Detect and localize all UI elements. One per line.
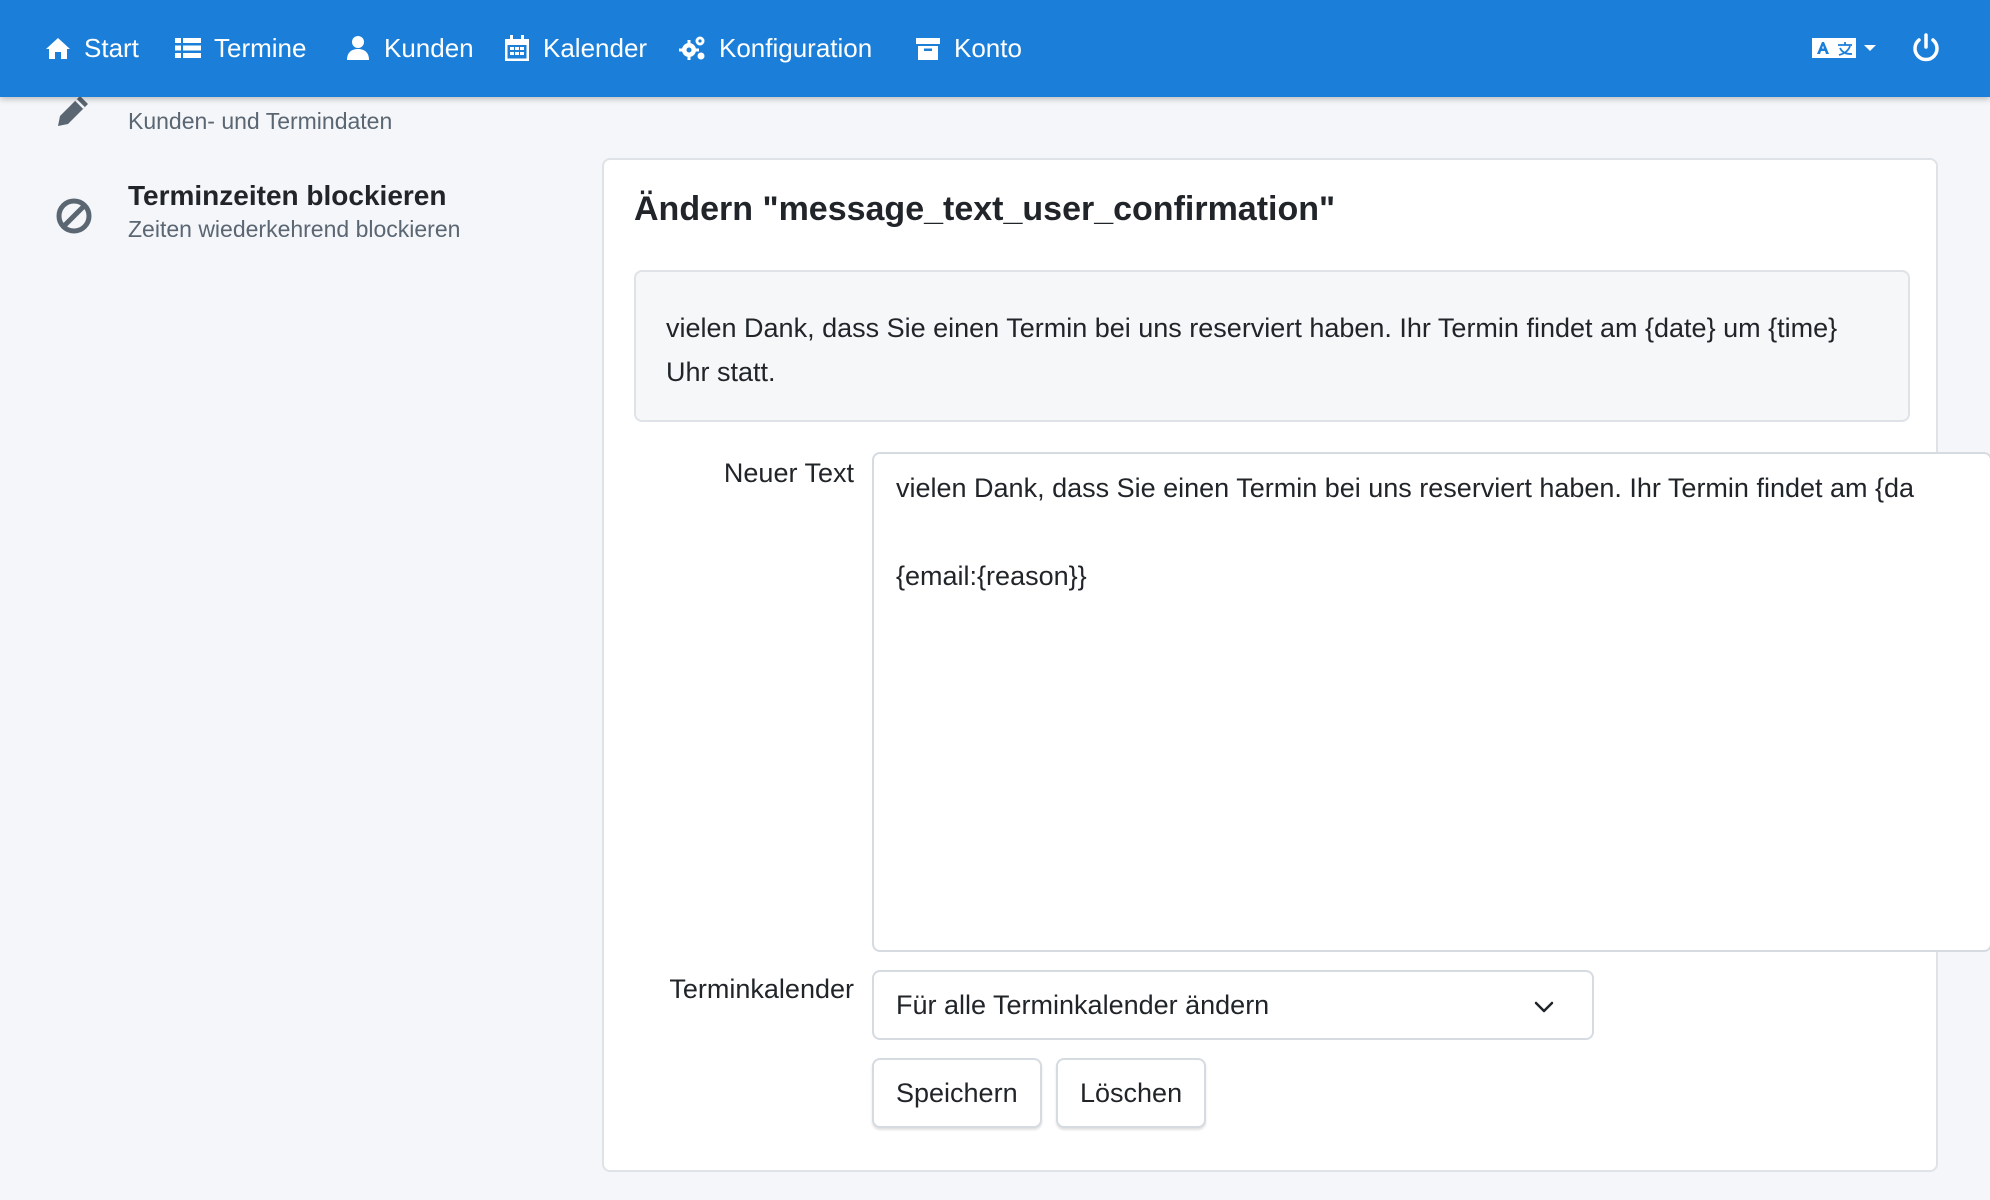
calendar-select-value: Für alle Terminkalender ändern <box>896 989 1270 1020</box>
new-text-textarea[interactable]: vielen Dank, dass Sie einen Termin bei u… <box>872 452 1990 952</box>
nav-item-label: Konto <box>954 32 1022 63</box>
home-icon <box>46 38 70 59</box>
top-navbar: Start Termine Kunden Kalender Konfigurat… <box>0 0 1990 97</box>
logout-button[interactable] <box>1910 32 1942 64</box>
ban-icon <box>52 194 96 238</box>
delete-button[interactable]: Löschen <box>1056 1058 1207 1128</box>
sidebar-item-subtitle: Zeiten wiederkehrend blockieren <box>128 216 461 242</box>
gears-icon <box>679 36 705 60</box>
edit-message-card: Ändern "message_text_user_confirmation" … <box>602 158 1990 1172</box>
nav-item-kunden[interactable]: Kunden <box>344 26 474 70</box>
calendar-label: Terminkalender <box>669 974 854 1004</box>
chevron-down-icon <box>1534 1001 1554 1013</box>
save-button[interactable]: Speichern <box>872 1058 1042 1128</box>
nav-item-label: Kalender <box>543 32 648 63</box>
card-title: Ändern "message_text_user_confirmation" <box>634 190 1336 228</box>
language-dropdown[interactable] <box>1812 36 1876 60</box>
nav-item-start[interactable]: Start <box>44 26 139 70</box>
language-icon <box>1812 38 1856 58</box>
new-text-value: vielen Dank, dass Sie einen Termin bei u… <box>896 473 1915 591</box>
sidebar-item-subtitle: Kunden- und Termindaten <box>128 108 393 134</box>
sidebar-item-title: Terminzeiten blockieren <box>128 180 447 211</box>
sidebar: Kunden- und Termindaten Terminzeiten blo… <box>0 0 560 1200</box>
nav-item-termine[interactable]: Termine <box>174 26 306 70</box>
chevron-down-icon <box>1864 45 1876 51</box>
nav-item-label: Konfiguration <box>719 32 873 63</box>
nav-item-konto[interactable]: Konto <box>914 26 1022 70</box>
calendar-select[interactable]: Für alle Terminkalender ändern <box>872 970 1594 1040</box>
nav-item-label: Start <box>84 32 139 63</box>
archive-icon <box>916 38 940 60</box>
nav-item-label: Kunden <box>384 32 474 63</box>
user-icon <box>347 36 369 60</box>
new-text-label: Neuer Text <box>723 458 854 488</box>
calendar-icon <box>505 35 529 61</box>
list-icon <box>175 38 201 58</box>
nav-item-konfiguration[interactable]: Konfiguration <box>679 26 872 70</box>
nav-item-label: Termine <box>214 32 307 63</box>
current-text-preview: vielen Dank, dass Sie einen Termin bei u… <box>634 270 1910 422</box>
power-icon <box>1913 33 1939 62</box>
nav-item-kalender[interactable]: Kalender <box>503 26 647 70</box>
